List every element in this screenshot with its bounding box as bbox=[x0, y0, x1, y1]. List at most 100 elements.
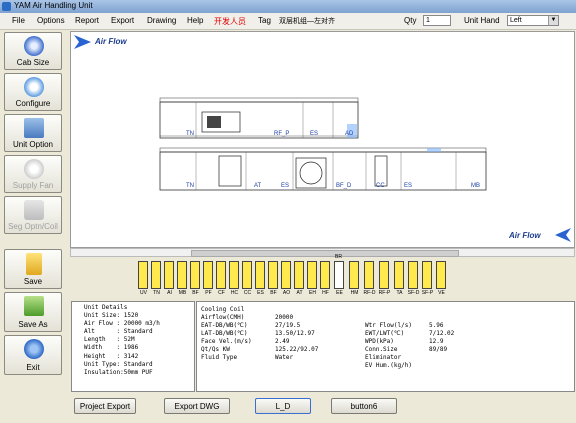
save-button[interactable]: Save bbox=[4, 249, 62, 289]
project-export-button[interactable]: Project Export bbox=[74, 398, 136, 414]
palette-item[interactable]: EH bbox=[307, 258, 318, 298]
configure-button[interactable]: Configure bbox=[4, 73, 62, 111]
unit-details-line: Alt : Standard bbox=[84, 328, 153, 336]
unit-hand-label: Unit Hand bbox=[464, 16, 500, 25]
menu-file[interactable]: File bbox=[12, 16, 25, 25]
component-palette: UV TN AI MB BF PF CF HC CC ES BF AO AT E… bbox=[138, 254, 454, 300]
coil-row-value: 13.50/12.97 bbox=[275, 330, 315, 337]
cooling-coil-icon bbox=[374, 155, 388, 187]
airflow-top-label: Air Flow bbox=[95, 37, 127, 46]
palette-item[interactable]: MB bbox=[177, 258, 188, 298]
unit-option-button[interactable]: Unit Option bbox=[4, 114, 62, 152]
palette-item[interactable]: UV bbox=[138, 258, 149, 298]
menu-report[interactable]: Report bbox=[75, 16, 99, 25]
airflow-bottom-arrow-icon bbox=[555, 228, 571, 242]
unit-drawing-canvas[interactable]: TN RF_P ES AD TN AT ES BF_D CC ES MB Air… bbox=[70, 31, 575, 248]
save-as-button[interactable]: Save As bbox=[4, 292, 62, 332]
palette-item[interactable]: SF-P bbox=[422, 258, 433, 298]
palette-item[interactable]: VE bbox=[436, 258, 447, 298]
upper-label: ES bbox=[310, 131, 318, 137]
menu-export[interactable]: Export bbox=[111, 16, 134, 25]
menu-help[interactable]: Help bbox=[187, 16, 203, 25]
palette-item[interactable]: AT bbox=[294, 258, 305, 298]
supply-fan-icon bbox=[24, 159, 44, 179]
palette-item[interactable]: AO bbox=[281, 258, 292, 298]
qty-label: Qty bbox=[404, 16, 417, 25]
airflow-top-arrow-icon bbox=[74, 35, 91, 49]
palette-item[interactable]: CF bbox=[216, 258, 227, 298]
title-bar: YAM Air Handling Unit bbox=[0, 0, 576, 14]
seg-option-button[interactable]: Seg Optn/Coil bbox=[4, 196, 62, 234]
cab-size-button[interactable]: Cab Size bbox=[4, 32, 62, 70]
export-dwg-button[interactable]: Export DWG bbox=[164, 398, 230, 414]
palette-item[interactable]: TA bbox=[394, 258, 405, 298]
exit-button[interactable]: Exit bbox=[4, 335, 62, 375]
unit-drawing: TN RF_P ES AD TN AT ES BF_D CC ES MB bbox=[74, 35, 571, 242]
palette-item[interactable]: CC bbox=[242, 258, 253, 298]
qty-input[interactable]: 1 bbox=[423, 15, 451, 26]
coil-row-value: 125.22/92.07 bbox=[275, 346, 319, 353]
menu-drawing[interactable]: Drawing bbox=[147, 16, 176, 25]
palette-item[interactable]: RF-D bbox=[364, 258, 375, 298]
menu-options[interactable]: Options bbox=[37, 16, 65, 25]
supply-fan-button[interactable]: Supply Fan bbox=[4, 155, 62, 193]
unit-details-line: Length : 52M bbox=[84, 336, 135, 344]
coil-row-value: 7/12.02 bbox=[429, 330, 455, 337]
coil-row-value: 2.49 bbox=[275, 338, 290, 345]
coil-row-label: Qt/Qs KW bbox=[201, 346, 230, 353]
unit-option-icon bbox=[24, 118, 44, 138]
l-d-button[interactable]: L_D bbox=[255, 398, 311, 414]
palette-item[interactable]: BR EE bbox=[334, 254, 345, 298]
coil-row-label: LAT-DB/WB(℃) bbox=[201, 330, 248, 337]
cabinet-size-icon bbox=[24, 36, 44, 56]
coil-row-label: Conn.Size bbox=[365, 346, 398, 353]
coil-row-label: EAT-DB/WB(℃) bbox=[201, 322, 248, 329]
palette-item[interactable]: PF bbox=[203, 258, 214, 298]
palette-item[interactable]: ES bbox=[255, 258, 266, 298]
button6[interactable]: button6 bbox=[331, 398, 397, 414]
unit-details-line: Height : 3142 bbox=[84, 352, 139, 360]
save-label: Save bbox=[23, 277, 43, 286]
unit-hand-select[interactable]: Left ▼ bbox=[507, 15, 559, 26]
menu-tag[interactable]: Tag bbox=[258, 16, 271, 25]
unit-hand-value: Left bbox=[510, 17, 522, 24]
unit-option-label: Unit Option bbox=[12, 140, 54, 149]
lower-label: ES bbox=[404, 183, 412, 189]
menu-developer[interactable]: 开发人员 bbox=[214, 16, 246, 27]
unit-details-line: Unit Size: 1520 bbox=[84, 312, 139, 320]
coil-row-value: 27/19.5 bbox=[275, 322, 301, 329]
palette-item[interactable]: HM bbox=[349, 258, 360, 298]
chevron-down-icon[interactable]: ▼ bbox=[548, 16, 558, 25]
upper-label: TN bbox=[186, 131, 194, 137]
coil-row-label: Wtr Flow(l/s) bbox=[365, 322, 412, 329]
lower-label: ES bbox=[281, 183, 289, 189]
outlet-damper-icon bbox=[427, 148, 441, 152]
palette-item[interactable]: AI bbox=[164, 258, 175, 298]
unit-details-line: Unit Details bbox=[84, 304, 128, 311]
palette-item[interactable]: SF-D bbox=[408, 258, 419, 298]
menu-bar: File Options Report Export Drawing Help … bbox=[0, 13, 576, 30]
lower-label: CC bbox=[376, 183, 385, 189]
coil-row-label: EWT/LWT(℃) bbox=[365, 330, 405, 337]
menu-layout[interactable]: 双层机组—左对齐 bbox=[279, 16, 335, 26]
coil-row-value: 89/89 bbox=[429, 346, 448, 353]
unit-details-panel: Unit Details Unit Size: 1520 Air Flow : 20… bbox=[71, 301, 195, 392]
palette-extra-label: BR bbox=[335, 254, 342, 260]
coil-row-label: Airflow(CMH) bbox=[201, 314, 245, 321]
unit-details-line: Unit Type: Standard bbox=[84, 360, 153, 368]
upper-deck-roof bbox=[159, 97, 359, 103]
palette-item[interactable]: BF bbox=[190, 258, 201, 298]
palette-item[interactable]: HF bbox=[320, 258, 331, 298]
drawing-horizontal-scrollbar[interactable] bbox=[70, 248, 575, 257]
seg-option-label: Seg Optn/Coil bbox=[8, 222, 58, 231]
unit-details-line: Width : 1986 bbox=[84, 344, 139, 352]
palette-item[interactable]: HC bbox=[229, 258, 240, 298]
cooling-coil-panel: Cooling Coil Airflow(CMH) 20000 EAT-DB/W… bbox=[196, 301, 575, 392]
palette-item[interactable]: TN bbox=[151, 258, 162, 298]
window-title: YAM Air Handling Unit bbox=[14, 1, 93, 10]
palette-item[interactable]: BF bbox=[268, 258, 279, 298]
configure-label: Configure bbox=[15, 99, 51, 108]
scroll-thumb[interactable] bbox=[191, 250, 459, 257]
segment-option-icon bbox=[24, 200, 44, 220]
palette-item[interactable]: RF-P bbox=[379, 258, 390, 298]
